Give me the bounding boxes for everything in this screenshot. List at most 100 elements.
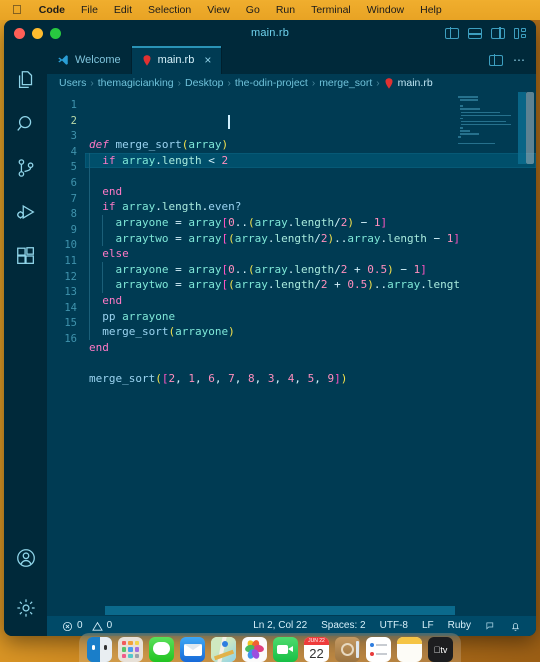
code-line[interactable]: else <box>85 246 536 262</box>
dock-item-calendar[interactable]: JUN 22 22 <box>304 637 329 662</box>
vertical-scrollbar[interactable] <box>526 92 534 164</box>
menu-item-help[interactable]: Help <box>412 0 450 20</box>
manage-settings-button[interactable] <box>4 586 47 630</box>
breadcrumb-item-the-odin-project[interactable]: the-odin-project <box>235 77 308 89</box>
menu-item-run[interactable]: Run <box>268 0 303 20</box>
code-line[interactable]: pp arrayone <box>85 308 536 325</box>
line-number: 5 <box>70 161 77 174</box>
code-token: if <box>102 153 116 167</box>
menu-item-selection[interactable]: Selection <box>140 0 199 20</box>
code-line[interactable]: arraytwo = array[(array.length/2)..array… <box>85 230 536 247</box>
code-content[interactable]: def merge_sort(array) if array.length < … <box>85 92 536 605</box>
code-line[interactable] <box>85 355 536 371</box>
code-line[interactable]: merge_sort(arrayone) <box>85 324 536 340</box>
toggle-primary-sidebar-icon[interactable] <box>445 27 459 39</box>
indent-guide <box>102 230 104 247</box>
code-editor[interactable]: 1 2 3 4 5 6 7 8 9 10 11 12 13 14 15 16 def merge_sort(a… <box>47 92 536 605</box>
menu-item-view[interactable]: View <box>199 0 238 20</box>
tab-close-button[interactable]: × <box>204 54 211 66</box>
dock-item-mail[interactable] <box>180 637 205 662</box>
more-actions-icon[interactable]: ⋯ <box>513 54 526 66</box>
code-token: / <box>314 231 321 245</box>
source-control-icon <box>18 159 33 177</box>
code-token: , <box>175 371 189 385</box>
code-line[interactable]: def merge_sort(array) <box>85 137 536 153</box>
sidebar-item-source-control[interactable] <box>4 146 47 190</box>
code-token: 0.5 <box>367 262 388 276</box>
code-token: 6 <box>208 371 215 385</box>
line-number: 9 <box>70 223 77 236</box>
menu-item-go[interactable]: Go <box>238 0 268 20</box>
code-line[interactable]: if array.length < 2 <box>85 152 536 169</box>
sidebar-item-extensions[interactable] <box>4 234 47 278</box>
breadcrumb-item-merge-sort[interactable]: merge_sort <box>319 77 372 89</box>
code-line[interactable] <box>85 168 536 184</box>
code-line[interactable]: end <box>85 340 536 356</box>
code-token: length <box>294 262 335 276</box>
layout-controls <box>445 27 528 39</box>
code-token: length <box>161 200 202 214</box>
toggle-panel-icon[interactable] <box>467 27 483 39</box>
accounts-button[interactable] <box>4 536 47 580</box>
menu-item-file[interactable]: File <box>73 0 106 20</box>
code-line[interactable]: merge_sort([2, 1, 6, 7, 8, 3, 4, 5, 9]) <box>85 371 536 387</box>
breadcrumb-item-themagicianking[interactable]: themagicianking <box>98 77 174 89</box>
horizontal-scrollbar-thumb[interactable] <box>105 606 455 615</box>
toggle-secondary-sidebar-icon[interactable] <box>491 27 505 39</box>
menu-item-code[interactable]: Code <box>31 0 73 20</box>
sidebar-item-search[interactable] <box>4 102 47 146</box>
menu-item-edit[interactable]: Edit <box>106 0 140 20</box>
breadcrumb-item-users[interactable]: Users <box>59 77 86 89</box>
breadcrumb-item-desktop[interactable]: Desktop <box>185 77 224 89</box>
code-token: array <box>122 200 156 214</box>
dock-item-launchpad[interactable] <box>118 637 143 662</box>
sidebar-item-run-and-debug[interactable] <box>4 190 47 234</box>
indent-guide <box>89 199 90 215</box>
dock-item-reminders[interactable] <box>366 637 391 662</box>
code-token: .. <box>373 278 388 292</box>
feedback-icon[interactable] <box>478 621 503 632</box>
dock-item-notes[interactable] <box>397 637 422 662</box>
dock-item-messages[interactable] <box>149 637 174 662</box>
code-token: def <box>89 138 109 151</box>
dock-item-finder[interactable] <box>87 637 112 662</box>
dock-item-facetime[interactable] <box>273 637 298 662</box>
tab-welcome[interactable]: Welcome <box>47 46 132 74</box>
code-line[interactable]: arrayone = array[0..(array.length/2 + 0.… <box>85 261 536 278</box>
customize-layout-icon[interactable] <box>514 27 528 39</box>
code-token: merge_sort <box>89 371 156 385</box>
dock-item-apple-tv[interactable]: tv <box>428 637 453 662</box>
editor-tab-bar: Welcome main.rb × ⋯ <box>47 46 536 74</box>
line-number: 12 <box>64 270 77 283</box>
code-token: even? <box>208 200 242 214</box>
dock-item-photos[interactable] <box>242 637 267 662</box>
code-token: array <box>188 262 222 276</box>
split-editor-icon[interactable] <box>489 54 503 66</box>
code-line[interactable]: end <box>85 183 536 200</box>
macos-menu-bar:  Code File Edit Selection View Go Run T… <box>0 0 540 20</box>
code-line[interactable]: arrayone = array[0..(array.length/2) − 1… <box>85 214 536 231</box>
dock-item-maps[interactable] <box>211 637 236 662</box>
code-line[interactable]: arraytwo = array[(array.length/2 + 0.5).… <box>85 277 536 293</box>
code-token: length <box>387 231 427 245</box>
dock-item-contacts[interactable] <box>335 637 360 662</box>
breadcrumb-item-main-rb[interactable]: main.rb <box>384 77 433 89</box>
breadcrumb-separator-icon: › <box>177 77 181 89</box>
menu-item-window[interactable]: Window <box>359 0 412 20</box>
menu-item-terminal[interactable]: Terminal <box>303 0 359 20</box>
code-token: ) <box>387 262 394 276</box>
sidebar-item-explorer[interactable] <box>4 58 47 102</box>
text-cursor <box>228 114 230 129</box>
code-token: / <box>334 262 341 276</box>
code-token: array <box>254 262 288 276</box>
code-token: array <box>188 231 222 245</box>
bell-icon[interactable] <box>503 621 528 632</box>
code-line[interactable]: if array.length.even? <box>85 199 536 215</box>
tab-main-rb[interactable]: main.rb × <box>131 46 223 74</box>
code-token: < <box>208 153 215 167</box>
vscode-logo-icon <box>58 55 68 65</box>
apple-menu-icon[interactable]:  <box>10 0 31 20</box>
code-line[interactable]: end <box>85 292 536 309</box>
code-token: . <box>420 278 427 292</box>
